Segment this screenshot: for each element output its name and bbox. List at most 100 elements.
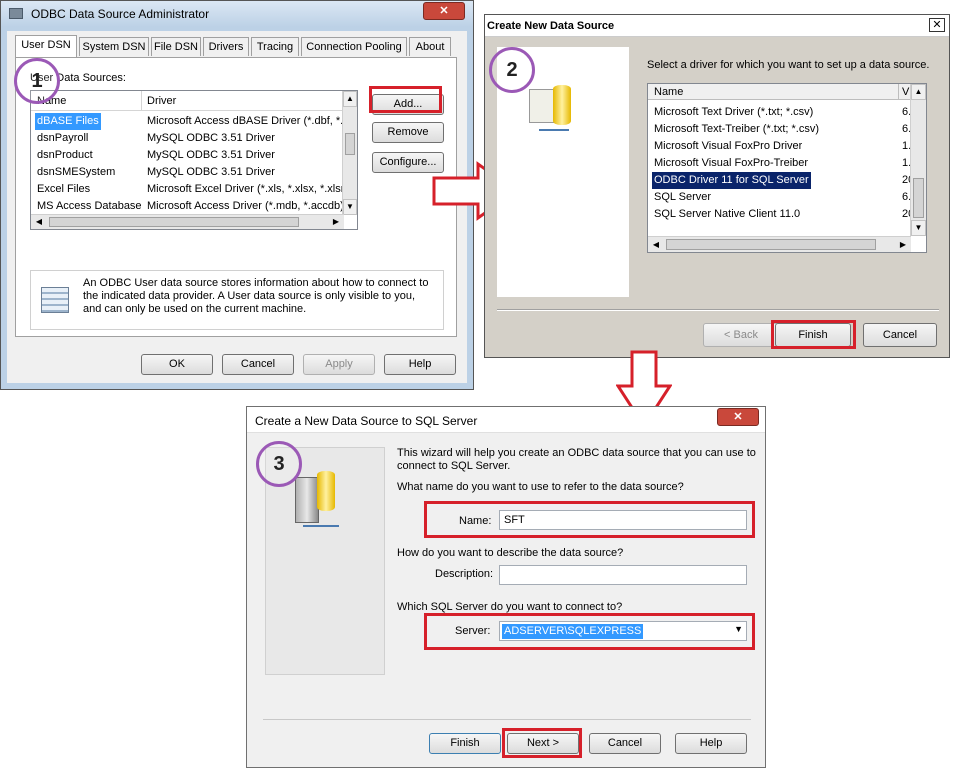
tab-about[interactable]: About	[409, 37, 451, 56]
description-label: Description:	[435, 568, 494, 580]
list-item[interactable]: Microsoft Visual FoxPro Driver 1.	[648, 138, 910, 155]
scroll-right-icon[interactable]: ▶	[895, 237, 911, 252]
list-item[interactable]: dBASE Files Microsoft Access dBASE Driver…	[31, 113, 343, 130]
scroll-down-icon[interactable]: ▼	[911, 220, 926, 236]
driver-version: 6.	[902, 106, 910, 118]
scroll-up-icon[interactable]: ▲	[911, 84, 926, 100]
finish-button[interactable]: Finish	[429, 733, 501, 754]
scroll-right-icon[interactable]: ▶	[328, 215, 344, 229]
cancel-button[interactable]: Cancel	[863, 323, 937, 347]
scroll-down-icon[interactable]: ▼	[343, 199, 357, 215]
data-source-name: dsnSMESystem	[37, 166, 116, 178]
driver-version: 1.	[902, 157, 910, 169]
close-icon[interactable]: ✕	[423, 2, 465, 20]
tab-drivers[interactable]: Drivers	[203, 37, 249, 56]
cancel-button[interactable]: Cancel	[222, 354, 294, 375]
list-item[interactable]: Microsoft Text Driver (*.txt; *.csv) 6.	[648, 104, 910, 121]
tab-connection-pooling[interactable]: Connection Pooling	[301, 37, 407, 56]
scroll-left-icon[interactable]: ◀	[31, 215, 47, 229]
driver-name: Microsoft Visual FoxPro-Treiber	[654, 157, 809, 169]
close-icon[interactable]: ✕	[717, 408, 759, 426]
driver-vscrollbar[interactable]: ▲ ▼	[910, 84, 926, 236]
list-item[interactable]: Microsoft Text-Treiber (*.txt; *.csv) 6.	[648, 121, 910, 138]
list-item[interactable]: Microsoft Visual FoxPro-Treiber 1.	[648, 155, 910, 172]
data-source-driver: Microsoft Access Driver (*.mdb, *.accdb)	[147, 200, 343, 212]
col-name-header[interactable]: Name	[654, 86, 683, 98]
driver-list[interactable]: Name V Microsoft Text Driver (*.txt; *.c…	[647, 83, 927, 253]
scroll-thumb[interactable]	[913, 178, 924, 218]
admin-client: User DSN System DSN File DSN Drivers Tra…	[7, 31, 467, 383]
wizard-intro: This wizard will help you create an ODBC…	[397, 447, 756, 472]
sql-server-icon	[295, 471, 345, 533]
highlight-finish-button	[771, 320, 856, 349]
data-source-name: dBASE Files	[35, 113, 101, 130]
list-item[interactable]: dsnProduct MySQL ODBC 3.51 Driver	[31, 147, 343, 164]
driver-name: SQL Server Native Client 11.0	[654, 208, 801, 220]
sql-dsn-titlebar: Create a New Data Source to SQL Server ✕	[247, 407, 765, 433]
highlight-server-field	[424, 613, 755, 650]
data-source-driver: Microsoft Access dBASE Driver (*.dbf, *.…	[147, 115, 343, 127]
col-driver-header[interactable]: Driver	[147, 95, 176, 107]
driver-list-header: Name V	[648, 84, 910, 100]
driver-version: 20	[902, 208, 910, 220]
hscroll-thumb[interactable]	[666, 239, 876, 250]
scroll-left-icon[interactable]: ◀	[648, 237, 664, 252]
list-item[interactable]: dsnSMESystem MySQL ODBC 3.51 Driver	[31, 164, 343, 181]
list-item[interactable]: dsnPayroll MySQL ODBC 3.51 Driver	[31, 130, 343, 147]
scroll-up-icon[interactable]: ▲	[343, 91, 357, 107]
data-source-driver: Microsoft Excel Driver (*.xls, *.xlsx, *…	[147, 183, 343, 195]
server-question: Which SQL Server do you want to connect …	[397, 601, 623, 613]
driver-list-body: Microsoft Text Driver (*.txt; *.csv)6.Mi…	[648, 104, 910, 232]
ok-button[interactable]: OK	[141, 354, 213, 375]
list-hscrollbar[interactable]: ◀ ▶	[31, 214, 344, 229]
tab-strip: User DSN System DSN File DSN Drivers Tra…	[15, 35, 455, 57]
description-question: How do you want to describe the data sou…	[397, 547, 624, 559]
odbc-admin-titlebar: ODBC Data Source Administrator ✕	[1, 1, 473, 27]
cancel-button[interactable]: Cancel	[589, 733, 661, 754]
apply-button[interactable]: Apply	[303, 354, 375, 375]
tab-system-dsn[interactable]: System DSN	[79, 37, 149, 56]
data-source-name: dsnPayroll	[37, 132, 89, 144]
select-driver-prompt: Select a driver for which you want to se…	[647, 59, 930, 71]
back-button[interactable]: < Back	[703, 323, 779, 347]
data-source-driver: MySQL ODBC 3.51 Driver	[147, 166, 275, 178]
list-header: Name Driver	[31, 91, 343, 111]
highlight-name-field	[424, 501, 755, 538]
data-source-driver: MySQL ODBC 3.51 Driver	[147, 132, 275, 144]
separator	[263, 719, 751, 720]
col-divider	[898, 84, 899, 100]
remove-button[interactable]: Remove	[372, 122, 444, 143]
description-field[interactable]	[499, 565, 747, 585]
scroll-thumb[interactable]	[345, 133, 355, 155]
step-1-circle: 1	[14, 58, 60, 104]
driver-version: 20	[902, 174, 910, 186]
driver-name: Microsoft Text Driver (*.txt; *.csv)	[654, 106, 814, 118]
list-item[interactable]: ODBC Driver 11 for SQL Server 20	[648, 172, 910, 189]
data-source-list[interactable]: Name Driver dBASE Files Microsoft Access …	[30, 90, 358, 230]
data-source-name: MS Access Database	[37, 200, 142, 212]
info-box: An ODBC User data source stores informat…	[30, 270, 444, 330]
close-icon[interactable]: ✕	[929, 18, 945, 32]
driver-version: 6.	[902, 123, 910, 135]
tab-user-dsn[interactable]: User DSN	[15, 35, 77, 57]
data-source-name: Excel Files	[37, 183, 91, 195]
list-item[interactable]: SQL Server Native Client 11.0 20	[648, 206, 910, 223]
col-version-header[interactable]: V	[902, 86, 909, 98]
list-body: dBASE Files Microsoft Access dBASE Driver…	[31, 113, 343, 215]
hscroll-thumb[interactable]	[49, 217, 299, 227]
tab-tracing[interactable]: Tracing	[251, 37, 299, 56]
list-item[interactable]: MS Access Database Microsoft Access Drive…	[31, 198, 343, 215]
data-source-name: dsnProduct	[37, 149, 93, 161]
step-3-circle: 3	[256, 441, 302, 487]
tab-file-dsn[interactable]: File DSN	[151, 37, 201, 56]
driver-hscrollbar[interactable]: ◀ ▶	[648, 236, 911, 252]
list-vscrollbar[interactable]: ▲ ▼	[342, 91, 357, 215]
step-2-circle: 2	[489, 47, 535, 93]
sql-server-dsn-window: Create a New Data Source to SQL Server ✕…	[246, 406, 766, 768]
window-title: Create a New Data Source to SQL Server	[255, 414, 478, 428]
help-button[interactable]: Help	[384, 354, 456, 375]
help-button[interactable]: Help	[675, 733, 747, 754]
window-title: Create New Data Source	[487, 20, 615, 32]
list-item[interactable]: Excel Files Microsoft Excel Driver (*.xls…	[31, 181, 343, 198]
list-item[interactable]: SQL Server 6.	[648, 189, 910, 206]
